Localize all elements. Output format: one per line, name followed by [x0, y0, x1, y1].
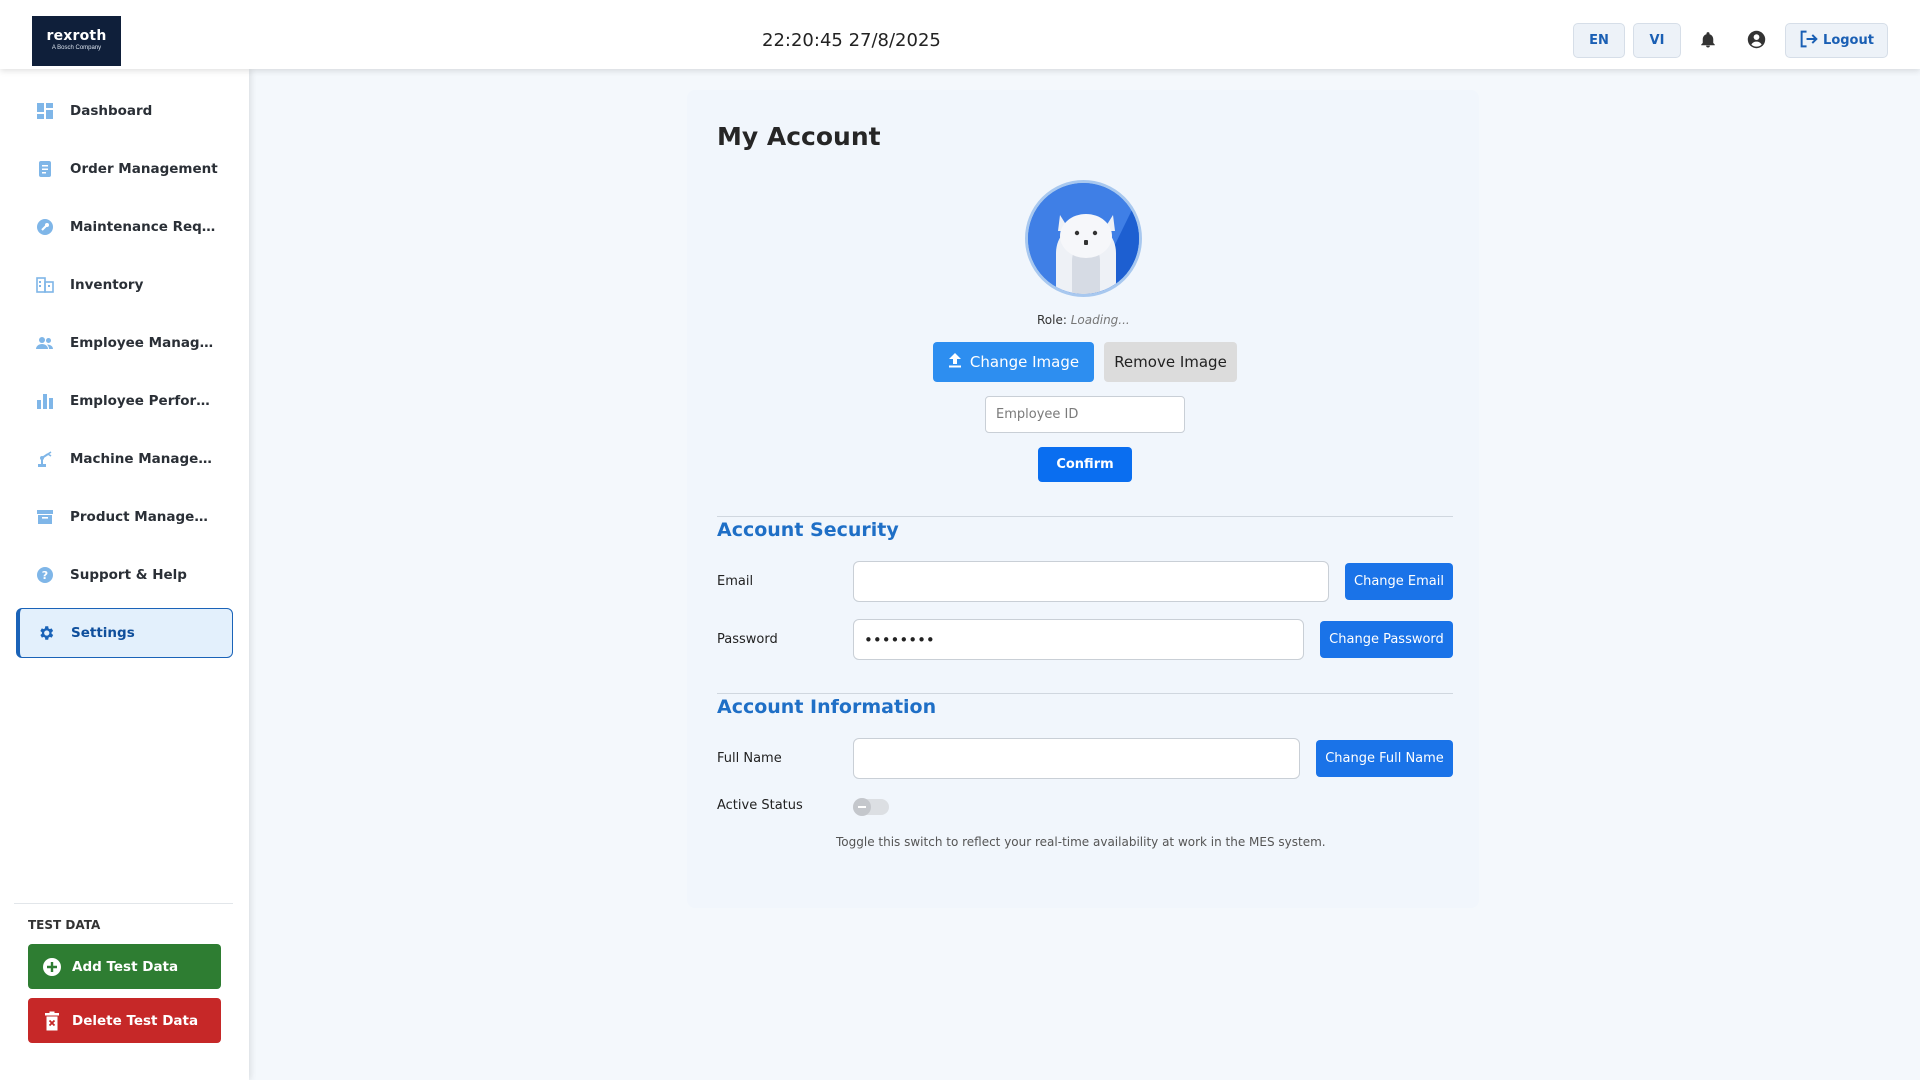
- sidebar-item-employee-performance[interactable]: Employee Performance: [16, 376, 233, 426]
- account-information-title: Account Information: [717, 696, 937, 718]
- sidebar-item-product-management[interactable]: Product Management: [16, 492, 233, 542]
- sidebar-item-label: Maintenance Request: [70, 219, 220, 235]
- logout-label: Logout: [1823, 33, 1874, 48]
- robot-arm-icon: [36, 450, 54, 468]
- sidebar-item-label: Settings: [71, 625, 135, 641]
- sidebar-item-label: Order Management: [70, 161, 218, 177]
- account-security-title: Account Security: [717, 519, 899, 541]
- sidebar-item-label: Machine Management: [70, 451, 220, 467]
- add-test-data-label: Add Test Data: [72, 958, 179, 975]
- avatar[interactable]: [1025, 180, 1142, 297]
- change-image-button[interactable]: Change Image: [933, 342, 1094, 382]
- sidebar-item-machine-management[interactable]: Machine Management: [16, 434, 233, 484]
- people-icon: [36, 334, 54, 352]
- sidebar-item-support-help[interactable]: ? Support & Help: [16, 550, 233, 600]
- upload-icon: [948, 352, 962, 372]
- employee-id-input[interactable]: [985, 396, 1185, 433]
- role-value: Loading...: [1070, 313, 1130, 327]
- delete-test-data-button[interactable]: Delete Test Data: [28, 998, 221, 1043]
- active-status-label: Active Status: [717, 798, 803, 813]
- delete-test-data-label: Delete Test Data: [72, 1012, 199, 1029]
- full-name-field[interactable]: [853, 738, 1300, 779]
- sidebar-item-label: Product Management: [70, 509, 220, 525]
- gear-icon: [37, 624, 55, 642]
- email-field[interactable]: [853, 561, 1329, 602]
- password-label: Password: [717, 632, 778, 647]
- full-name-label: Full Name: [717, 751, 782, 766]
- top-header: rexroth A Bosch Company 22:20:45 27/8/20…: [0, 0, 1920, 69]
- sidebar-divider: [14, 903, 233, 904]
- change-full-name-button[interactable]: Change Full Name: [1316, 740, 1453, 777]
- role-text: Role: Loading...: [1037, 313, 1130, 327]
- sidebar-item-settings[interactable]: Settings: [16, 608, 233, 658]
- sidebar-item-label: Inventory: [70, 277, 144, 293]
- page-title: My Account: [717, 122, 881, 151]
- role-label: Role:: [1037, 313, 1067, 327]
- test-data-heading: TEST DATA: [28, 918, 101, 932]
- change-email-button[interactable]: Change Email: [1345, 563, 1453, 600]
- sidebar-item-maintenance-request[interactable]: Maintenance Request: [16, 202, 233, 252]
- order-icon: [36, 160, 54, 178]
- logout-button[interactable]: Logout: [1785, 23, 1888, 58]
- dashboard-icon: [36, 102, 54, 120]
- active-status-toggle[interactable]: [853, 798, 889, 816]
- sidebar-item-label: Dashboard: [70, 103, 153, 119]
- add-test-data-button[interactable]: Add Test Data: [28, 944, 221, 989]
- sidebar-item-inventory[interactable]: Inventory: [16, 260, 233, 310]
- plus-circle-icon: [42, 957, 62, 977]
- bell-icon[interactable]: [1699, 30, 1717, 50]
- active-status-hint: Toggle this switch to reflect your real-…: [836, 835, 1326, 849]
- wrench-icon: [36, 218, 54, 236]
- logout-icon: [1799, 30, 1819, 52]
- lang-vi-button[interactable]: VI: [1633, 23, 1681, 58]
- bar-chart-icon: [36, 392, 54, 410]
- clock: 22:20:45 27/8/2025: [762, 30, 941, 51]
- password-field[interactable]: [853, 619, 1304, 660]
- account-circle-icon[interactable]: [1747, 30, 1766, 49]
- toggle-knob: [853, 798, 871, 816]
- svg-text:?: ?: [42, 569, 48, 582]
- confirm-button[interactable]: Confirm: [1038, 447, 1132, 482]
- sidebar-item-label: Employee Management: [70, 335, 220, 351]
- trash-icon: [42, 1011, 62, 1031]
- sidebar-item-employee-management[interactable]: Employee Management: [16, 318, 233, 368]
- change-image-label: Change Image: [969, 353, 1080, 371]
- section-divider: [717, 516, 1453, 517]
- help-icon: ?: [36, 566, 54, 584]
- section-divider: [717, 693, 1453, 694]
- archive-icon: [36, 508, 54, 526]
- lang-en-button[interactable]: EN: [1573, 23, 1625, 58]
- sidebar-item-label: Support & Help: [70, 567, 187, 583]
- sidebar-item-dashboard[interactable]: Dashboard: [16, 86, 233, 136]
- rexroth-logo[interactable]: rexroth A Bosch Company: [32, 16, 121, 66]
- logo-subtext: A Bosch Company: [51, 45, 102, 51]
- email-label: Email: [717, 574, 754, 589]
- sidebar-item-order-management[interactable]: Order Management: [16, 144, 233, 194]
- inventory-icon: [36, 276, 54, 294]
- logo-text: rexroth: [46, 28, 107, 44]
- sidebar-item-label: Employee Performance: [70, 393, 220, 409]
- remove-image-button[interactable]: Remove Image: [1104, 342, 1237, 382]
- change-password-button[interactable]: Change Password: [1320, 621, 1453, 658]
